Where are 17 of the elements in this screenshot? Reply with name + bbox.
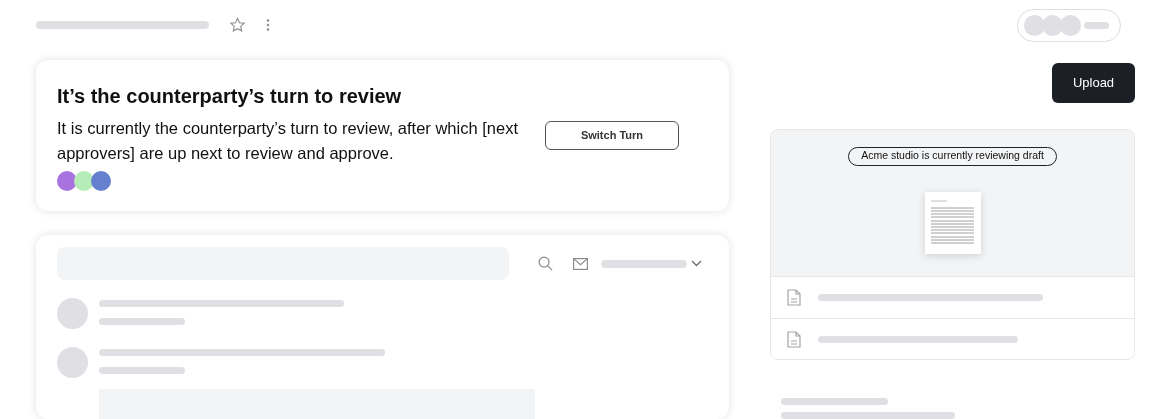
document-thumbnail [924, 191, 981, 254]
avatar-placeholder [1060, 15, 1081, 36]
chevron-down-icon[interactable] [691, 260, 702, 267]
avatar-placeholder [57, 347, 88, 378]
mail-icon[interactable] [573, 257, 588, 270]
switch-turn-button[interactable]: Switch Turn [545, 121, 679, 150]
more-icon[interactable] [266, 18, 270, 31]
card-message: It is currently the counterparty’s turn to review, after which [next approvers] are up next to review and approve. [57, 118, 519, 164]
document-icon [787, 330, 801, 348]
upload-button[interactable]: Upload [1052, 62, 1135, 103]
document-icon [787, 288, 801, 306]
card-title: It’s the counterparty’s turn to review [57, 84, 403, 108]
star-icon[interactable] [229, 16, 246, 33]
search-icon[interactable] [538, 256, 553, 271]
placeholder-bar [1084, 22, 1109, 29]
avatar-placeholder [1024, 15, 1045, 36]
avatar-placeholder [57, 298, 88, 329]
